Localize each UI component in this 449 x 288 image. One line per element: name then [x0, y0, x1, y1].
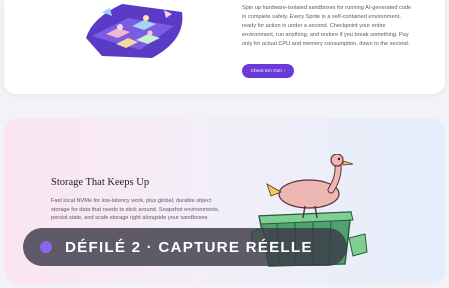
sprites-description: Spin up hardware-isolated sandboxes for …: [242, 5, 412, 47]
check-em-out-button[interactable]: Check Em Out! ›: [242, 64, 294, 78]
sandbox-illustration: [86, 4, 183, 58]
chevron-right-icon: ›: [283, 68, 286, 73]
scroll-capture-badge: DÉFILÉ 2 · CAPTURE RÉELLE: [23, 228, 347, 266]
sprites-section: Spin up hardware-isolated sandboxes for …: [4, 0, 445, 94]
storage-description: Fast local NVMe for low-latency work, pl…: [51, 198, 220, 222]
status-dot-icon: [40, 241, 52, 253]
check-em-out-label: Check Em Out!: [250, 68, 282, 73]
storage-title: Storage That Keeps Up: [51, 177, 150, 188]
scroll-capture-label: DÉFILÉ 2 · CAPTURE RÉELLE: [65, 238, 313, 256]
